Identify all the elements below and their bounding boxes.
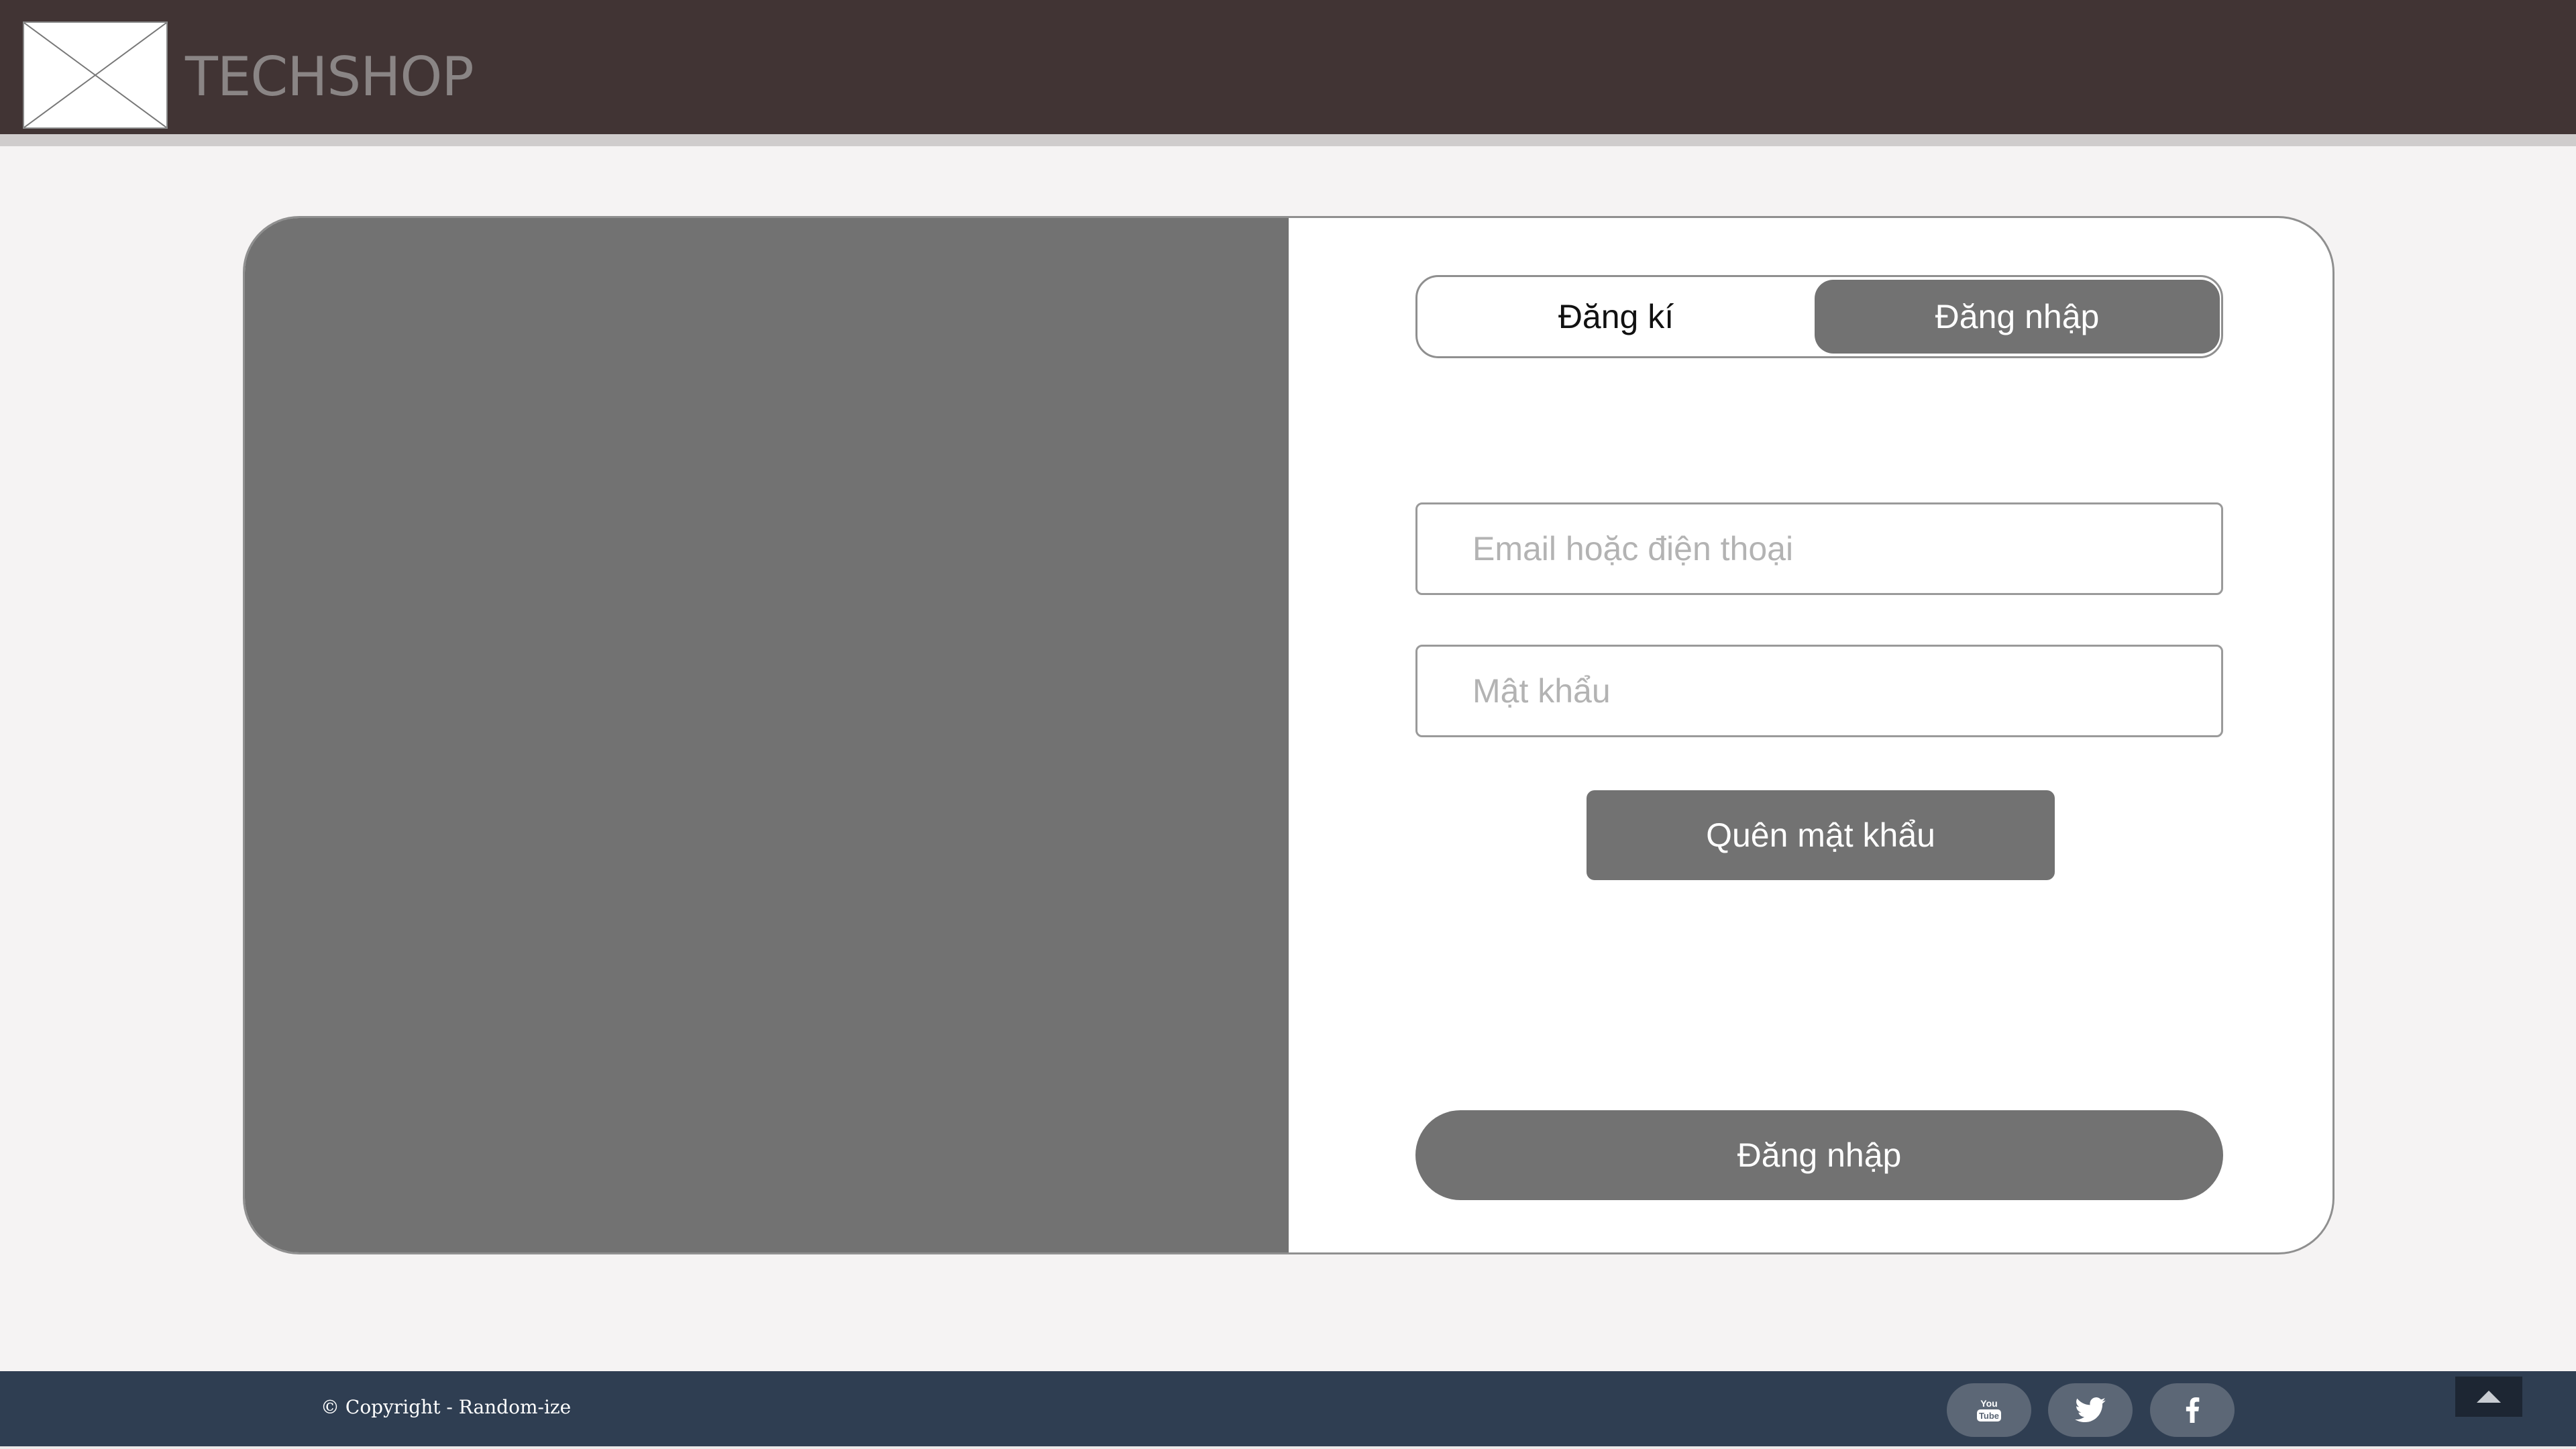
auth-tab-switch: Đăng kí Đăng nhập bbox=[1415, 275, 2223, 358]
bottom-edge bbox=[0, 1446, 2576, 1449]
site-header: TECHSHOP bbox=[0, 0, 2576, 134]
email-or-phone-input[interactable] bbox=[1415, 502, 2223, 595]
password-input[interactable] bbox=[1415, 645, 2223, 737]
tab-login[interactable]: Đăng nhập bbox=[1815, 280, 2220, 354]
login-submit-button[interactable]: Đăng nhập bbox=[1415, 1110, 2223, 1200]
youtube-icon: You Tube bbox=[1977, 1398, 2001, 1421]
brand-name[interactable]: TECHSHOP bbox=[185, 40, 474, 114]
twitter-icon bbox=[2075, 1397, 2106, 1423]
svg-text:Tube: Tube bbox=[1979, 1411, 1999, 1421]
image-placeholder-icon bbox=[24, 23, 166, 127]
forgot-password-button[interactable]: Quên mật khẩu bbox=[1587, 790, 2055, 880]
back-to-top-button[interactable] bbox=[2455, 1377, 2522, 1417]
card-image-panel bbox=[245, 218, 1289, 1252]
site-footer: © Copyright - Random-ize You Tube bbox=[0, 1371, 2576, 1446]
facebook-icon bbox=[2186, 1397, 2200, 1423]
logo-placeholder-icon[interactable] bbox=[23, 21, 168, 129]
youtube-button[interactable]: You Tube bbox=[1947, 1383, 2031, 1437]
twitter-button[interactable] bbox=[2048, 1383, 2133, 1437]
facebook-button[interactable] bbox=[2150, 1383, 2235, 1437]
tab-register[interactable]: Đăng kí bbox=[1420, 280, 1812, 354]
copyright-text: © Copyright - Random-ize bbox=[321, 1396, 572, 1418]
svg-text:You: You bbox=[1980, 1398, 1997, 1409]
auth-card: Đăng kí Đăng nhập Quên mật khẩu Đăng nhậ… bbox=[243, 216, 2334, 1254]
caret-up-icon bbox=[2477, 1391, 2501, 1403]
header-divider bbox=[0, 134, 2576, 146]
